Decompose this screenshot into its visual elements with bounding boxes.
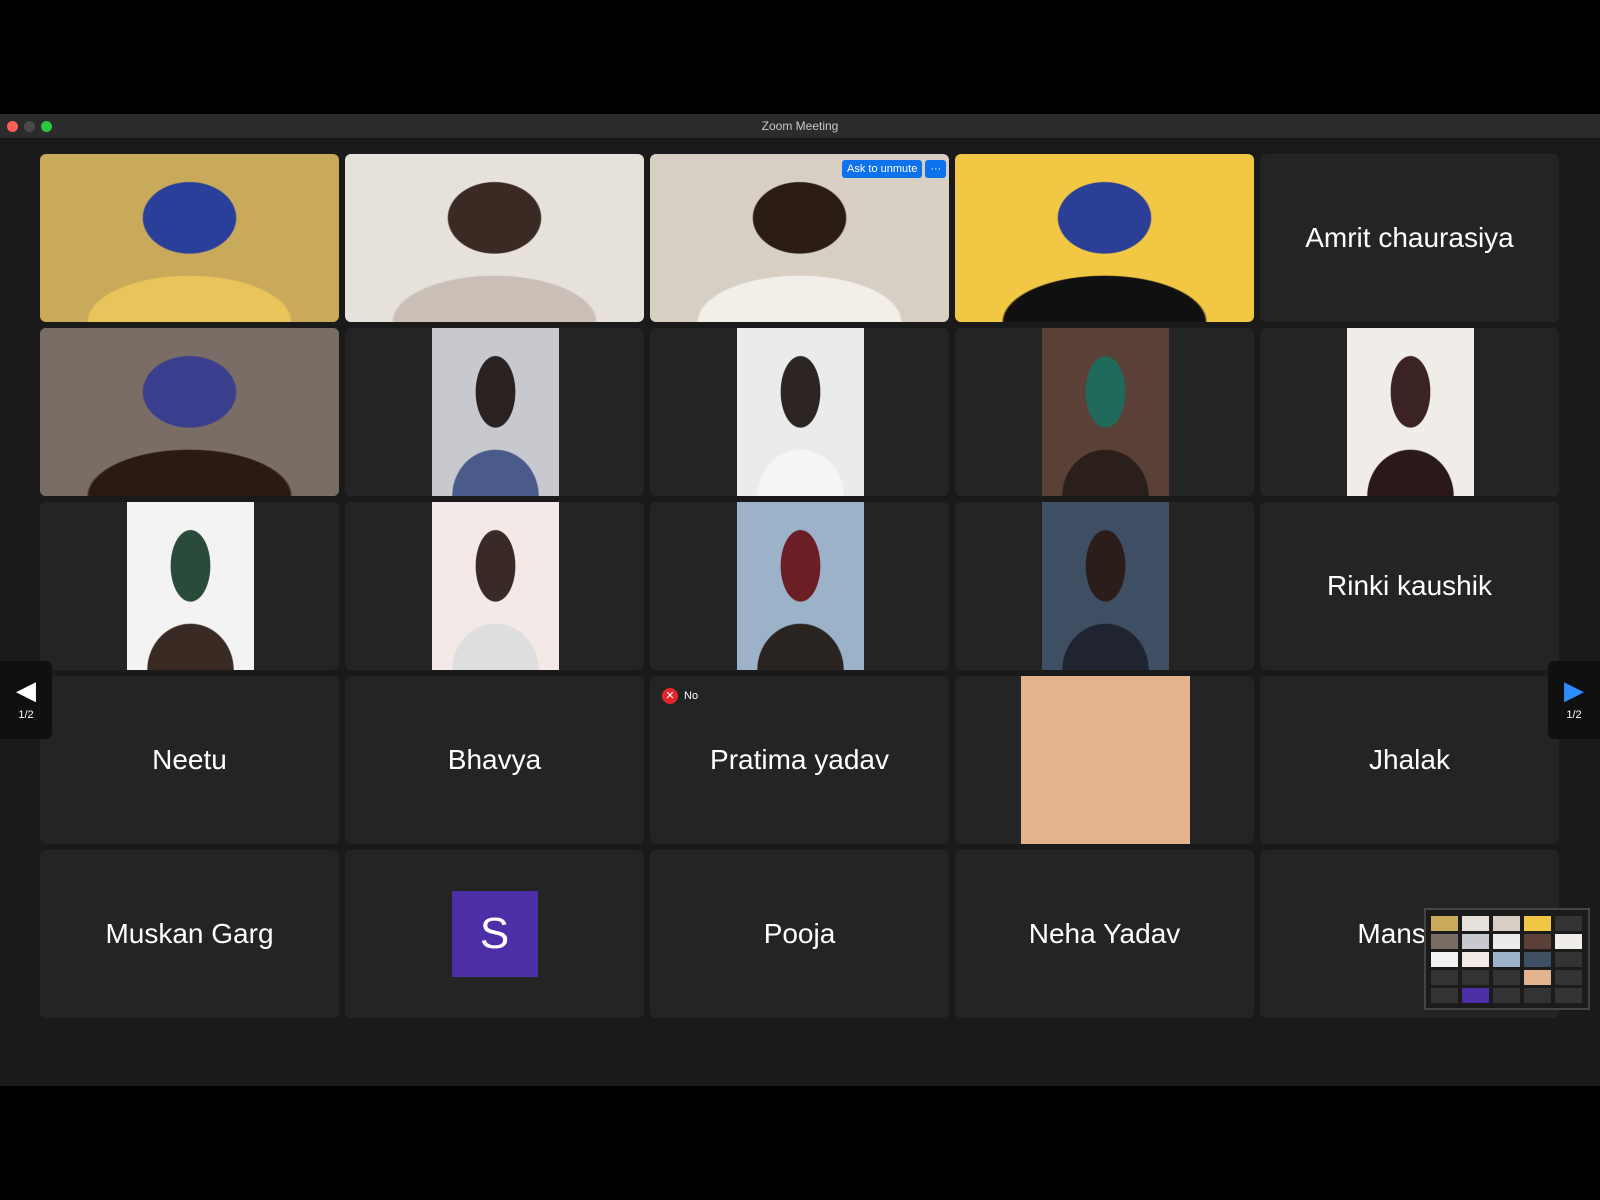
- thumbnail-tile: [1524, 934, 1551, 949]
- reaction-status: ✕ No: [662, 688, 698, 704]
- participant-video: [650, 154, 949, 322]
- participant-video: [1041, 328, 1169, 496]
- participant-name: Pratima yadav: [710, 744, 889, 775]
- participant-tile[interactable]: Pratima yadav ✕ No: [650, 676, 949, 844]
- participant-name: Rinki kaushik: [1327, 570, 1492, 601]
- thumbnail-tile: [1462, 952, 1489, 967]
- thumbnail-tile: [1493, 952, 1520, 967]
- thumbnail-tile: [1493, 970, 1520, 985]
- thumbnail-tile: [1431, 970, 1458, 985]
- participant-tile[interactable]: Jhalak: [1260, 676, 1559, 844]
- thumbnail-tile: [1524, 970, 1551, 985]
- thumbnail-tile: [1555, 916, 1582, 931]
- participant-tile[interactable]: Ask to unmute ···: [650, 154, 949, 322]
- thumbnail-tile: [1555, 952, 1582, 967]
- thumbnail-tile: [1524, 916, 1551, 931]
- thumbnail-tile: [1462, 988, 1489, 1003]
- participant-tile[interactable]: Neetu: [40, 676, 339, 844]
- participant-tile[interactable]: [40, 328, 339, 496]
- participant-name: Jhalak: [1369, 744, 1450, 775]
- thumbnail-tile: [1462, 916, 1489, 931]
- participant-name: Muskan Garg: [105, 918, 274, 949]
- close-icon: ✕: [662, 688, 678, 704]
- thumbnail-tile: [1493, 916, 1520, 931]
- previous-page-button[interactable]: ◀ 1/2: [0, 661, 52, 739]
- participant-video: [40, 154, 339, 322]
- participant-video: [431, 328, 559, 496]
- participant-tile[interactable]: [955, 154, 1254, 322]
- participant-video: [40, 328, 339, 496]
- participant-video: [1041, 502, 1169, 670]
- chevron-left-icon: ◀: [16, 675, 36, 705]
- participant-tile[interactable]: [955, 328, 1254, 496]
- participant-tile[interactable]: [955, 502, 1254, 670]
- thumbnail-tile: [1431, 916, 1458, 931]
- thumbnail-tile: [1555, 970, 1582, 985]
- participant-video: [1346, 328, 1474, 496]
- participant-video: [1021, 676, 1190, 844]
- participant-tile[interactable]: [345, 328, 644, 496]
- participant-name: Bhavya: [447, 744, 542, 775]
- participant-tile[interactable]: Muskan Garg: [40, 850, 339, 1018]
- unmute-controls: Ask to unmute ···: [842, 160, 947, 178]
- next-page-button[interactable]: ▶ 1/2: [1548, 661, 1600, 739]
- participant-tile[interactable]: [345, 154, 644, 322]
- thumbnail-tile: [1555, 934, 1582, 949]
- chevron-right-icon: ▶: [1564, 675, 1584, 705]
- participant-name: Pooja: [763, 918, 836, 949]
- participant-video: [431, 502, 559, 670]
- thumbnail-tile: [1431, 988, 1458, 1003]
- gallery-thumbnail-preview[interactable]: [1424, 908, 1590, 1010]
- ask-to-unmute-button[interactable]: Ask to unmute: [842, 160, 923, 178]
- participant-video: [955, 154, 1254, 322]
- participant-tile[interactable]: [955, 676, 1254, 844]
- thumbnail-tile: [1462, 934, 1489, 949]
- participant-tile[interactable]: [40, 502, 339, 670]
- thumbnail-tile: [1493, 988, 1520, 1003]
- thumbnail-tile: [1431, 952, 1458, 967]
- participant-tile[interactable]: [650, 328, 949, 496]
- thumbnail-tile: [1431, 934, 1458, 949]
- participant-tile[interactable]: [345, 502, 644, 670]
- thumbnail-tile: [1524, 988, 1551, 1003]
- title-bar: Zoom Meeting: [0, 114, 1600, 139]
- participant-tile[interactable]: Pooja: [650, 850, 949, 1018]
- thumbnail-tile: [1524, 952, 1551, 967]
- participant-video: [736, 502, 864, 670]
- participant-tile[interactable]: [40, 154, 339, 322]
- participant-tile[interactable]: [1260, 328, 1559, 496]
- zoom-window: Zoom Meeting Ask to unmute ··· Amrit chaur…: [0, 114, 1600, 1086]
- reaction-label: No: [684, 690, 699, 702]
- participant-video: [736, 328, 864, 496]
- window-title: Zoom Meeting: [761, 119, 839, 133]
- page-count: 1/2: [18, 709, 34, 721]
- participant-tile[interactable]: Rinki kaushik: [1260, 502, 1559, 670]
- thumbnail-tile: [1555, 988, 1582, 1003]
- participant-name: Neetu: [152, 744, 227, 775]
- participant-tile[interactable]: Neha Yadav: [955, 850, 1254, 1018]
- thumbnail-tile: [1493, 934, 1520, 949]
- thumbnail-tile: [1462, 970, 1489, 985]
- participant-tile[interactable]: Bhavya: [345, 676, 644, 844]
- participant-name: Amrit chaurasiya: [1305, 222, 1514, 253]
- participant-tile[interactable]: [650, 502, 949, 670]
- participant-tile[interactable]: Amrit chaurasiya: [1260, 154, 1559, 322]
- avatar: S: [451, 891, 538, 977]
- page-count: 1/2: [1566, 709, 1582, 721]
- participant-video: [345, 154, 644, 322]
- participant-tile[interactable]: S: [345, 850, 644, 1018]
- participant-name: Neha Yadav: [1028, 918, 1181, 949]
- participant-video: [126, 502, 254, 670]
- more-options-icon[interactable]: ···: [925, 160, 947, 178]
